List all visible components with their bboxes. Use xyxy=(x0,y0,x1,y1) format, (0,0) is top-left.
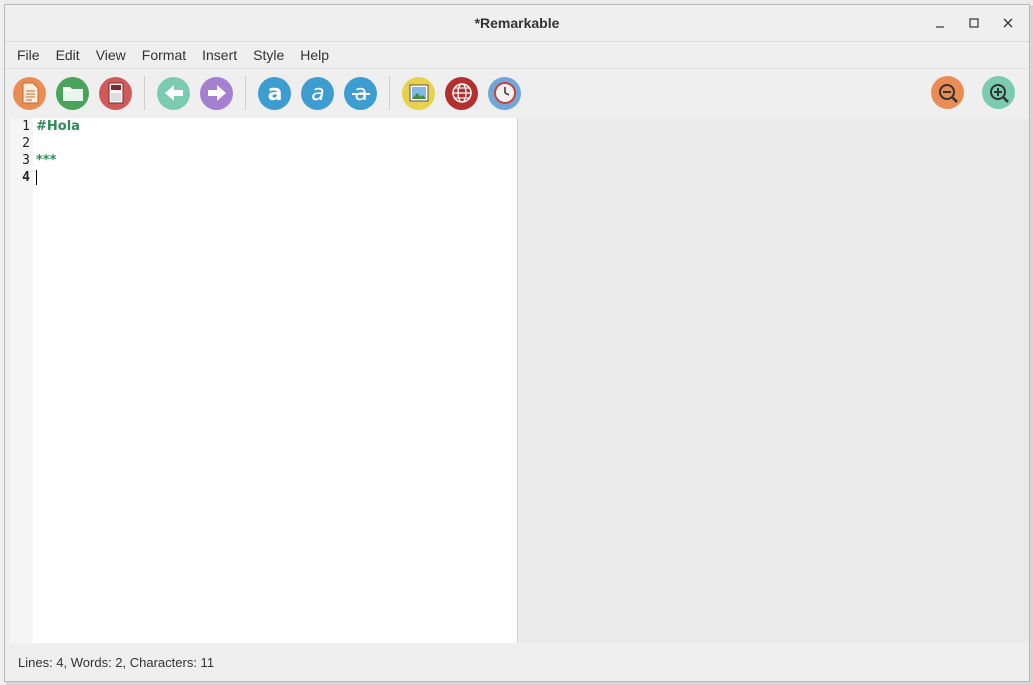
menu-edit[interactable]: Edit xyxy=(48,42,88,68)
title-bar[interactable]: *Remarkable xyxy=(5,5,1029,42)
strikethrough-button[interactable]: a xyxy=(344,76,377,110)
insert-link-button[interactable] xyxy=(445,76,478,110)
toolbar-separator xyxy=(245,76,246,110)
toolbar-separator xyxy=(389,76,390,110)
menu-format[interactable]: Format xyxy=(134,42,194,68)
new-document-icon xyxy=(22,82,38,104)
maximize-icon xyxy=(969,18,979,28)
window-controls xyxy=(925,11,1023,35)
undo-arrow-icon xyxy=(164,85,183,101)
save-icon xyxy=(108,82,123,104)
italic-a-icon: a xyxy=(311,81,324,105)
undo-button[interactable] xyxy=(157,76,190,110)
zoom-in-button[interactable] xyxy=(982,76,1015,109)
maximize-button[interactable] xyxy=(959,11,989,35)
zoom-out-icon xyxy=(938,83,958,103)
clock-icon xyxy=(493,82,516,104)
strikethrough-a-icon: a xyxy=(351,81,370,105)
open-folder-button[interactable] xyxy=(56,76,89,110)
editor-text[interactable]: #Hola *** xyxy=(35,118,517,186)
preview-pane[interactable] xyxy=(519,118,1029,643)
insert-image-button[interactable] xyxy=(402,76,435,110)
bold-button[interactable]: a xyxy=(258,76,291,110)
line-number-gutter: 1 2 3 4 xyxy=(10,118,33,643)
new-document-button[interactable] xyxy=(13,76,46,110)
menu-bar: File Edit View Format Insert Style Help xyxy=(5,42,1029,69)
svg-text:a: a xyxy=(267,81,282,105)
editor-line[interactable]: *** xyxy=(35,152,517,169)
svg-text:a: a xyxy=(311,81,324,105)
editor-line[interactable]: #Hola xyxy=(35,118,517,135)
menu-view[interactable]: View xyxy=(88,42,134,68)
menu-insert[interactable]: Insert xyxy=(194,42,245,68)
line-number: 3 xyxy=(22,153,30,168)
close-button[interactable] xyxy=(993,11,1023,35)
text-cursor xyxy=(36,170,37,185)
menu-help[interactable]: Help xyxy=(292,42,337,68)
toolbar-separator xyxy=(144,76,145,110)
toolbar: a a a xyxy=(5,69,1029,117)
zoom-in-icon xyxy=(989,83,1009,103)
globe-icon xyxy=(451,83,472,103)
menu-style[interactable]: Style xyxy=(245,42,292,68)
open-folder-icon xyxy=(62,87,83,101)
close-icon xyxy=(1003,18,1013,28)
insert-timestamp-button[interactable] xyxy=(488,76,521,110)
italic-button[interactable]: a xyxy=(301,76,334,110)
remarkable-window: *Remarkable File Edit View Format Insert… xyxy=(4,4,1030,682)
bold-a-icon: a xyxy=(267,81,282,105)
status-bar: Lines: 4, Words: 2, Characters: 11 xyxy=(5,643,1029,681)
zoom-out-button[interactable] xyxy=(931,76,964,109)
line-number-current: 4 xyxy=(22,170,30,185)
editor-line[interactable] xyxy=(35,135,517,152)
status-text: Lines: 4, Words: 2, Characters: 11 xyxy=(18,654,215,670)
minimize-icon xyxy=(936,26,944,28)
line-number: 1 xyxy=(22,119,30,134)
image-icon xyxy=(409,84,428,102)
editor-line-current[interactable] xyxy=(35,169,517,186)
minimize-button[interactable] xyxy=(925,11,955,35)
redo-button[interactable] xyxy=(200,76,233,110)
save-button[interactable] xyxy=(99,76,132,110)
markdown-editor[interactable]: 1 2 3 4 #Hola *** xyxy=(10,118,518,643)
zoom-controls xyxy=(931,76,1015,109)
redo-arrow-icon xyxy=(207,85,226,101)
window-title: *Remarkable xyxy=(474,15,560,31)
line-number: 2 xyxy=(22,136,30,151)
menu-file[interactable]: File xyxy=(9,42,48,68)
